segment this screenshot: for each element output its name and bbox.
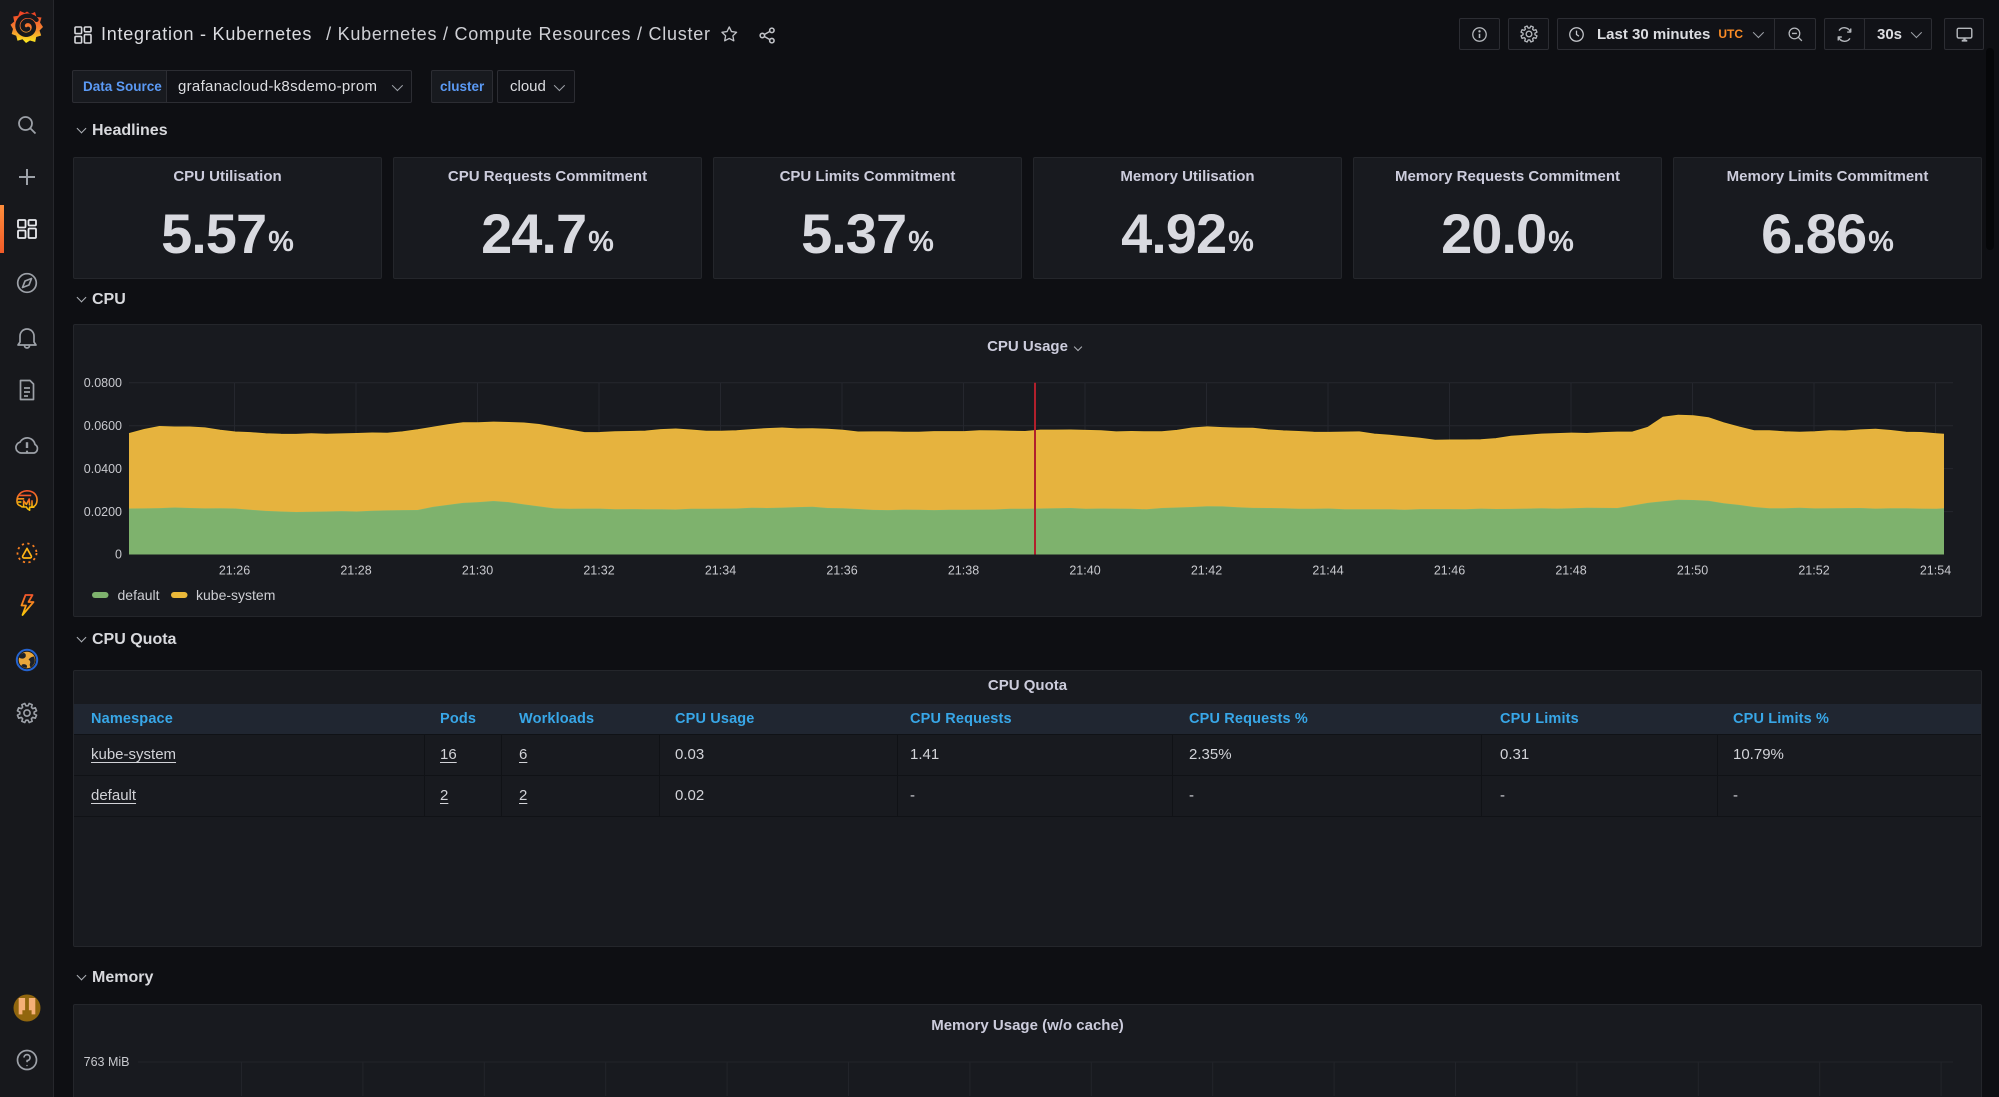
svg-text:763 MiB: 763 MiB <box>84 1055 130 1069</box>
